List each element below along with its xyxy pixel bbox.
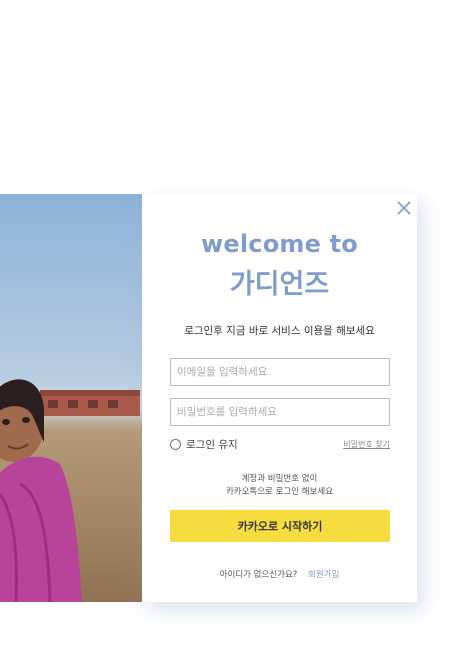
kakao-note-line2: 카카오톡으로 로그인 해보세요 xyxy=(225,487,334,497)
keep-login-toggle[interactable]: 로그인 유지 xyxy=(170,437,238,452)
close-icon[interactable] xyxy=(397,200,411,215)
login-panel: welcome to 가디언즈 로그인후 지금 바로 서비스 이용을 해보세요 … xyxy=(142,194,417,602)
kakao-note: 계정과 비밀번호 없이 카카오톡으로 로그인 해보세요 xyxy=(142,473,417,499)
photo-illustration xyxy=(0,194,142,602)
login-subtitle: 로그인후 지금 바로 서비스 이용을 해보세요 xyxy=(184,325,375,337)
password-input[interactable] xyxy=(170,398,390,426)
email-input[interactable] xyxy=(170,358,390,386)
kakao-note-line1: 계정과 비밀번호 없이 xyxy=(241,474,318,484)
keep-login-label: 로그인 유지 xyxy=(186,439,238,451)
keep-login-radio[interactable] xyxy=(170,439,181,450)
kakao-login-button[interactable]: 카카오로 시작하기 xyxy=(170,510,390,542)
brand-title: 가디언즈 xyxy=(229,269,330,300)
signup-link[interactable]: 회원가입 xyxy=(308,570,339,580)
signup-row: 아이디가 없으신가요? 회원가입 xyxy=(142,568,417,580)
welcome-heading: welcome to xyxy=(201,230,358,258)
child-portrait-photo xyxy=(0,194,142,602)
find-password-link[interactable]: 비밀번호 찾기 xyxy=(343,439,390,450)
no-account-text: 아이디가 없으신가요? xyxy=(219,570,298,580)
